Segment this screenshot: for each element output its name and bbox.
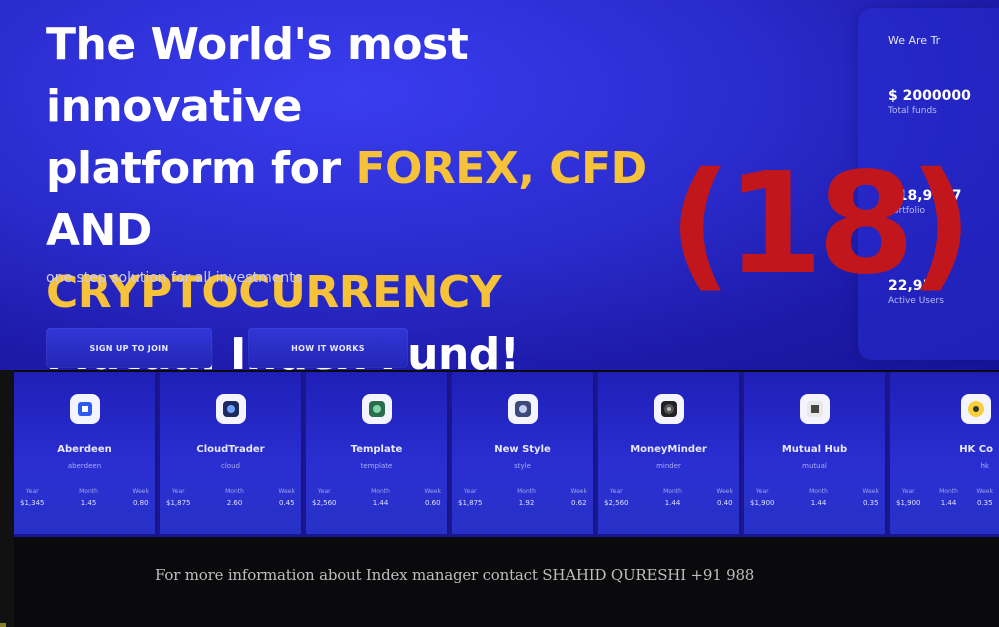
fund-cards-row: Aberdeen aberdeen Year $1,345 Month 1.45 W… — [14, 372, 999, 537]
headline-line-1: The World's most innovative — [46, 19, 469, 132]
stat-item: $ 2000000 Total funds — [888, 88, 971, 116]
metric-value: 1.92 — [518, 499, 535, 507]
metric-key: Year — [901, 488, 915, 495]
footer-contact-text: For more information about Index manager… — [155, 566, 755, 584]
metric-value: $1,900 — [750, 499, 775, 507]
metric-value: 0.35 — [976, 499, 993, 507]
metric-key: Month — [809, 488, 828, 495]
metric-key: Month — [79, 488, 98, 495]
fund-card[interactable]: Mutual Hub mutual Year $1,900 Month 1.44 W… — [744, 372, 887, 534]
fund-name: HK Co — [959, 444, 993, 455]
sign-up-button[interactable]: SIGN UP TO JOIN — [46, 328, 212, 368]
fund-name: MoneyMinder — [630, 444, 707, 455]
metric-key: Month — [663, 488, 682, 495]
fund-subtitle: style — [514, 462, 531, 470]
metric-value: 1.44 — [940, 499, 957, 507]
fund-metrics: Year $1,900 Month 1.44 Week 0.35 — [750, 488, 879, 507]
metric-key: Year — [25, 488, 39, 495]
square-blue-icon — [69, 394, 100, 424]
metric-key: Week — [716, 488, 733, 495]
fund-name: Template — [350, 444, 403, 455]
metric-key: Year — [317, 488, 331, 495]
metric-key: Month — [517, 488, 536, 495]
metric-key: Week — [132, 488, 149, 495]
grid-icon — [799, 394, 830, 424]
metric-value: 0.60 — [424, 499, 441, 507]
metric-key: Week — [862, 488, 879, 495]
metric-value: 1.45 — [80, 499, 97, 507]
fund-card[interactable]: Template template Year $2,560 Month 1.44 W… — [306, 372, 449, 534]
fund-metrics: Year $2,560 Month 1.44 Week 0.60 — [312, 488, 441, 507]
gear-icon — [507, 394, 538, 424]
cloud-icon — [215, 394, 246, 424]
fund-card[interactable]: HK Co hk Year $1,900 Month 1.44 Week 0.35 — [890, 372, 999, 534]
metric-key: Week — [570, 488, 587, 495]
metric-value: $1,900 — [896, 499, 921, 507]
headline-line-2-highlight: FOREX, CFD — [355, 143, 647, 194]
metric-value: 1.44 — [372, 499, 389, 507]
metric-value: $2,560 — [312, 499, 337, 507]
fund-subtitle: aberdeen — [67, 462, 102, 470]
metric-value: 0.62 — [570, 499, 587, 507]
fund-metrics: Year $1,875 Month 1.92 Week 0.62 — [458, 488, 587, 507]
fund-card[interactable]: New Style style Year $1,875 Month 1.92 Wee… — [452, 372, 595, 534]
fund-subtitle: cloud — [221, 462, 240, 470]
metric-key: Week — [424, 488, 441, 495]
fund-subtitle: minder — [656, 462, 681, 470]
headline-line-2-prefix: platform for — [46, 143, 356, 194]
fund-name: Aberdeen — [57, 444, 112, 455]
metric-key: Year — [755, 488, 769, 495]
metric-value: 0.45 — [278, 499, 295, 507]
metric-value: 0.80 — [132, 499, 149, 507]
fund-card[interactable]: Aberdeen aberdeen Year $1,345 Month 1.45 W… — [14, 372, 157, 534]
metric-key: Week — [278, 488, 295, 495]
metric-value: 0.40 — [716, 499, 733, 507]
hero-headline: The World's most innovative platform for… — [46, 14, 726, 370]
fund-metrics: Year $1,875 Month 2.60 Week 0.45 — [166, 488, 295, 507]
fund-subtitle: template — [360, 462, 393, 470]
leaf-icon — [361, 394, 392, 424]
metric-key: Week — [976, 488, 993, 495]
coin-icon — [961, 394, 991, 424]
metric-key: Month — [939, 488, 958, 495]
fund-card[interactable]: MoneyMinder minder Year $2,560 Month 1.44 … — [598, 372, 741, 534]
hero-banner: The World's most innovative platform for… — [0, 0, 999, 370]
metric-value: 0.35 — [862, 499, 879, 507]
fund-metrics: Year $1,345 Month 1.45 Week 0.80 — [20, 488, 149, 507]
fund-name: CloudTrader — [196, 444, 265, 455]
metric-value: 1.44 — [664, 499, 681, 507]
hero-tagline: one step solution for all investments — [46, 270, 302, 286]
fund-subtitle: mutual — [802, 462, 827, 470]
how-it-works-button[interactable]: HOW IT WORKS — [248, 328, 408, 368]
headline-line-2-suffix: AND — [46, 205, 152, 256]
metric-value: 1.44 — [810, 499, 827, 507]
fund-name: Mutual Hub — [781, 444, 848, 455]
metric-key: Year — [171, 488, 185, 495]
fund-metrics: Year $2,560 Month 1.44 Week 0.40 — [604, 488, 733, 507]
fund-metrics: Year $1,900 Month 1.44 Week 0.35 — [896, 488, 993, 507]
metric-value: $1,875 — [458, 499, 483, 507]
metric-value: $1,875 — [166, 499, 191, 507]
metric-value: $1,345 — [20, 499, 45, 507]
fund-name: New Style — [494, 444, 551, 455]
metric-key: Month — [371, 488, 390, 495]
stats-title: We Are Tr — [888, 34, 941, 47]
metric-key: Year — [463, 488, 477, 495]
metric-value: $2,560 — [604, 499, 629, 507]
corner-mark — [0, 623, 6, 627]
metric-key: Month — [225, 488, 244, 495]
fund-subtitle: hk — [980, 462, 990, 470]
overlay-number: (18) — [668, 143, 973, 306]
fund-card[interactable]: CloudTrader cloud Year $1,875 Month 2.60 W… — [160, 372, 303, 534]
target-icon — [653, 394, 684, 424]
metric-key: Year — [609, 488, 623, 495]
metric-value: 2.60 — [226, 499, 243, 507]
